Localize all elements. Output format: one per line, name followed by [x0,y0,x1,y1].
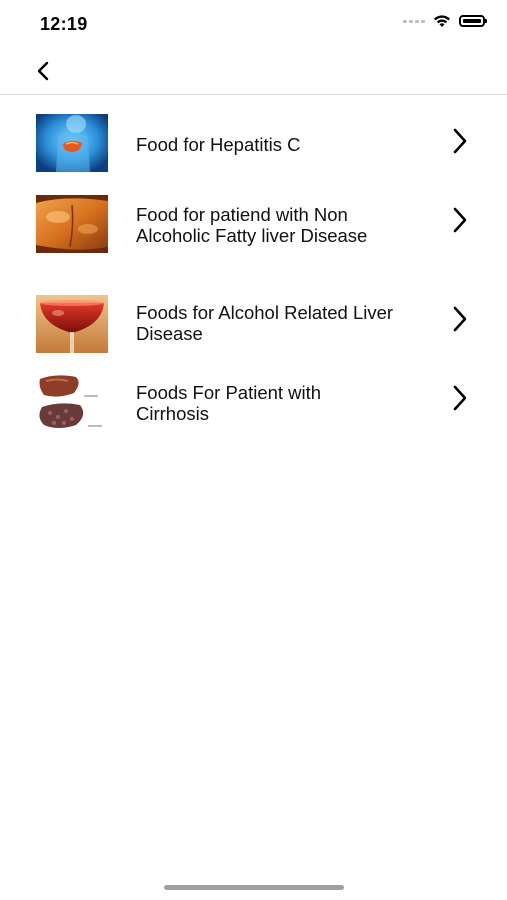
wifi-icon [434,15,450,27]
battery-icon [459,15,487,27]
home-indicator [164,885,344,890]
topic-list: Food for Hepatitis C Food for patiend wi… [0,95,507,453]
chevron-right-icon [453,306,467,332]
cellular-signal-icon [403,19,425,23]
chevron-left-icon [37,61,49,81]
list-item-label: Foods for Alcohol Related Liver Disease [136,302,394,344]
wine-glass-image [36,295,108,353]
list-item-label: Food for patiend with Non Alcoholic Fatt… [136,204,368,246]
status-icons [403,14,487,28]
list-item-label: Food for Hepatitis C [136,134,301,155]
list-item-hepatitis-c[interactable]: Food for Hepatitis C [0,95,507,195]
list-item-alcohol-related[interactable]: Foods for Alcohol Related Liver Disease [0,293,507,373]
list-item-fatty-liver[interactable]: Food for patiend with Non Alcoholic Fatt… [0,195,507,293]
healthy-vs-cirrhosis-liver-image [36,373,108,431]
chevron-right-icon [453,385,467,411]
status-time: 12:19 [40,14,88,34]
list-item-cirrhosis[interactable]: Foods For Patient with Cirrhosis [0,373,507,453]
navigation-bar [0,50,507,95]
chevron-right-icon [453,207,467,233]
fatty-liver-image [36,195,108,253]
liver-anatomy-image [36,114,108,172]
status-bar: 12:19 [0,0,507,50]
chevron-right-icon [453,128,467,154]
list-item-label: Foods For Patient with Cirrhosis [136,382,322,424]
back-button[interactable] [28,56,58,86]
